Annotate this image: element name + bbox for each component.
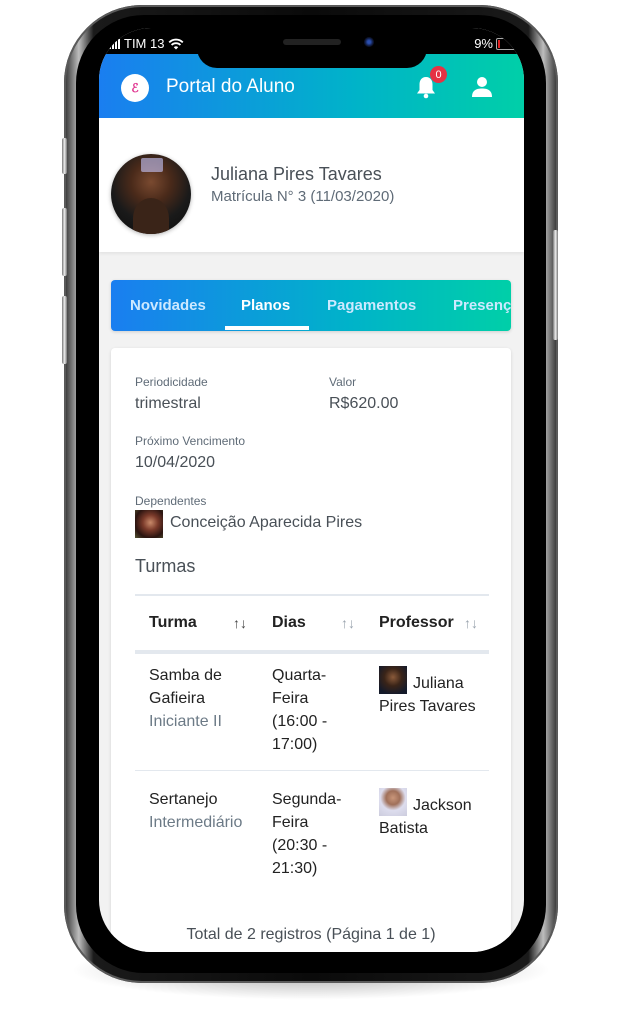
notification-badge: 0: [430, 66, 447, 83]
active-tab-indicator: [225, 326, 309, 330]
front-camera: [364, 37, 374, 47]
plan-card: Periodicidade trimestral Valor R$620.00 …: [111, 348, 511, 952]
tab-pagamentos[interactable]: Pagamentos: [327, 297, 416, 314]
dias-cell: Quarta- Feira (16:00 - 17:00): [272, 664, 327, 756]
profile-avatar: [111, 154, 191, 234]
wifi-icon: [169, 38, 184, 49]
tab-presencas[interactable]: Presenç: [453, 297, 511, 314]
dias-line: 17:00): [272, 736, 318, 753]
profile-card: Juliana Pires Tavares Matrícula N° 3 (11…: [99, 118, 524, 252]
app-logo[interactable]: ℰ: [121, 74, 149, 102]
column-header-dias[interactable]: Dias: [272, 614, 306, 632]
turma-level: Intermediário: [149, 814, 243, 831]
dias-line: Quarta-: [272, 667, 327, 684]
mute-switch: [62, 138, 67, 174]
battery-icon: [496, 37, 518, 50]
turma-name: Sertanejo: [149, 791, 218, 808]
carrier-label: TIM 13: [124, 36, 165, 51]
row-divider: [135, 770, 489, 771]
volume-down-button: [62, 296, 67, 364]
professor-avatar: [379, 788, 407, 816]
turma-level: Iniciante II: [149, 713, 222, 730]
vencimento-label: Próximo Vencimento: [135, 434, 246, 448]
valor-label: Valor: [329, 375, 357, 389]
power-button: [553, 230, 558, 340]
professor-cell: Jackson Batista: [379, 788, 489, 840]
sort-icon[interactable]: ↑↓: [233, 615, 247, 631]
pagination-summary: Total de 2 registros (Página 1 de 1): [186, 926, 436, 943]
user-icon[interactable]: [471, 76, 493, 98]
turmas-title: Turmas: [135, 556, 196, 576]
tab-novidades[interactable]: Novidades: [130, 297, 206, 314]
column-header-turma[interactable]: Turma: [149, 614, 197, 632]
dependent-name[interactable]: Conceição Aparecida Pires: [170, 514, 362, 532]
professor-name-cont: Batista: [379, 820, 428, 837]
sort-icon[interactable]: ↑↓: [464, 615, 478, 631]
signal-icon: [109, 38, 120, 49]
notch: [197, 28, 427, 68]
dias-cell: Segunda- Feira (20:30 - 21:30): [272, 788, 341, 880]
dias-line: (20:30 -: [272, 837, 328, 854]
logo-glyph: ℰ: [131, 81, 139, 95]
tab-planos[interactable]: Planos: [241, 297, 290, 314]
professor-cell: Juliana Pires Tavares: [379, 666, 489, 718]
sort-icon[interactable]: ↑↓: [341, 615, 355, 631]
dias-line: 21:30): [272, 860, 318, 877]
dependentes-label: Dependentes: [135, 494, 207, 508]
tab-bar: Novidades Planos Pagamentos Presenç: [111, 280, 511, 331]
speaker-grille: [283, 39, 341, 45]
periodicidade-value: trimestral: [135, 395, 201, 412]
volume-up-button: [62, 208, 67, 276]
battery-percent: 9%: [474, 36, 493, 51]
enrollment-info: Matrícula N° 3 (11/03/2020): [211, 188, 395, 205]
dias-line: (16:00 -: [272, 713, 328, 730]
dias-line: Feira: [272, 690, 309, 707]
turma-cell: Samba de Gafieira Iniciante II: [149, 664, 222, 733]
app-title: Portal do Aluno: [166, 76, 295, 97]
professor-avatar: [379, 666, 407, 694]
vencimento-value: 10/04/2020: [135, 454, 216, 471]
turma-cell: Sertanejo Intermediário: [149, 788, 242, 834]
turma-name: Samba de: [149, 667, 222, 684]
dependent-avatar: [135, 510, 163, 538]
periodicidade-label: Periodicidade: [135, 375, 208, 389]
table-header: Turma ↑↓ Dias ↑↓ Professor ↑↓: [135, 594, 489, 654]
column-header-professor[interactable]: Professor: [379, 614, 454, 632]
valor-value: R$620.00: [329, 395, 399, 412]
profile-name: Juliana Pires Tavares: [211, 164, 382, 184]
dias-line: Feira: [272, 814, 309, 831]
professor-name-cont: Pires Tavares: [379, 698, 476, 715]
professor-name: Juliana: [413, 675, 464, 692]
turma-name-cont: Gafieira: [149, 690, 206, 707]
phone-screen: TIM 13 9% ℰ Portal do Aluno 0 Juliana Pi…: [99, 28, 524, 952]
dias-line: Segunda-: [272, 791, 342, 808]
professor-name: Jackson: [413, 797, 472, 814]
